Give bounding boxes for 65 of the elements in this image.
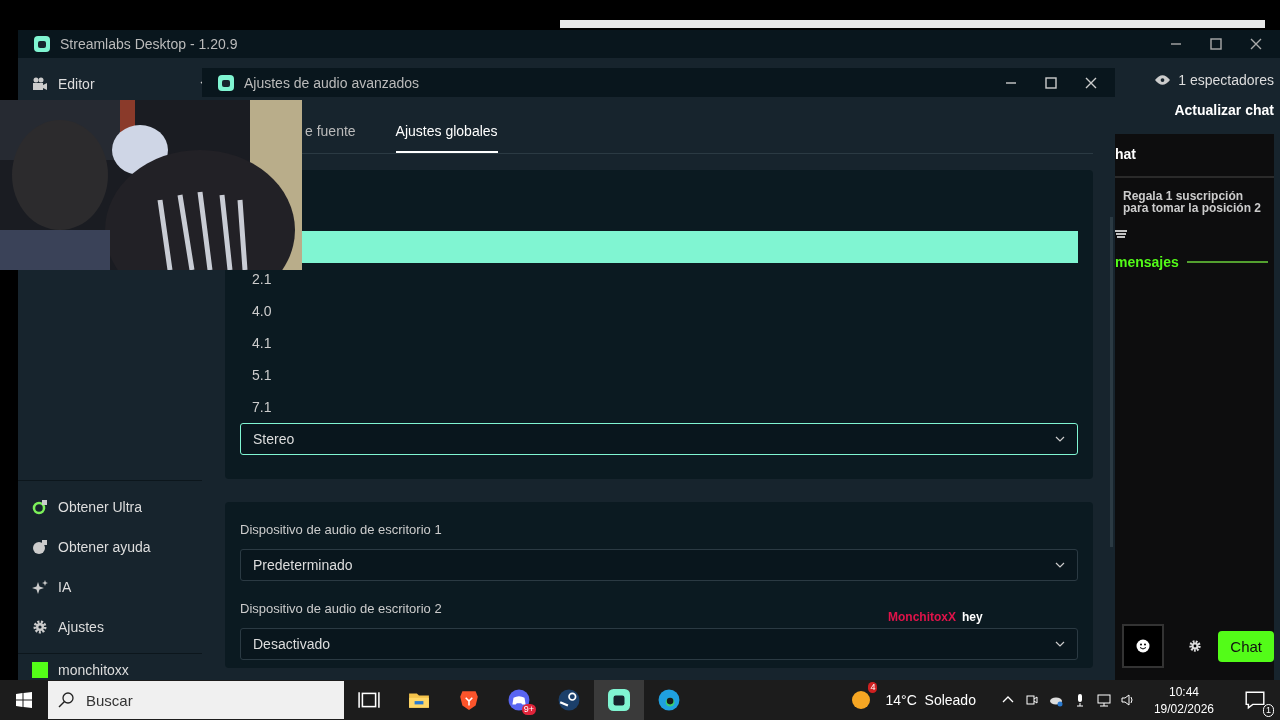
sidebar-item[interactable]: Obtener Ultra [32,487,222,527]
close-icon[interactable] [1250,38,1262,50]
field-label: Dispositivo de audio de escritorio 1 [240,522,442,537]
settings-icon[interactable] [1188,639,1203,653]
windows-start-icon[interactable] [16,692,32,708]
network-icon[interactable] [1096,693,1111,707]
sparkle-icon [32,579,48,595]
caret-icon [1055,436,1065,442]
messages-divider-label: mensajes [1115,254,1179,270]
chat-message: hey [962,610,983,624]
select-field[interactable]: Stereo [240,423,1078,455]
chat-username: MonchitoxX [888,610,956,624]
dropdown-option[interactable]: 4.1 [240,327,1078,359]
search-icon [58,692,74,708]
gift-promo: Regala 1 suscripción para tomar la posición 2 [1122,188,1263,217]
notification-badge: 9+ [521,704,536,715]
notification-badge: 4 [868,682,878,693]
user-logo-icon [32,662,48,678]
notifications-icon[interactable] [1244,689,1266,711]
dropdown-option[interactable]: 5.1 [240,359,1078,391]
tab[interactable]: e fuente [305,123,356,153]
sidebar-item[interactable]: IA [32,567,222,607]
browser-icon[interactable] [658,689,680,711]
help-icon [32,539,48,555]
search-field[interactable]: Buscar [48,681,344,719]
smiley-icon [1136,639,1151,653]
clock[interactable]: 10:44 19/02/2026 [1153,684,1214,716]
steam-icon[interactable] [558,689,580,711]
notification-badge: 1 [1263,704,1274,717]
emoji-button[interactable] [1122,624,1165,668]
sun-icon[interactable] [851,690,872,710]
app-logo-icon [608,689,630,711]
user-item[interactable]: monchitoxx [32,660,222,680]
weather-text[interactable]: 14°C Soleado [885,692,976,708]
dropdown-option[interactable]: 4.0 [240,295,1078,327]
camera-icon[interactable] [1024,693,1039,707]
caret-icon [1055,641,1065,647]
maximize-icon[interactable] [1210,38,1222,50]
window-title: Streamlabs Desktop - 1.20.9 [60,36,238,52]
sidebar-item[interactable]: Obtener ayuda [32,527,222,567]
dialog-title: Ajustes de audio avanzados [244,74,420,91]
task-view-icon[interactable] [358,689,380,711]
eye-icon [1155,75,1171,85]
chat-send-button[interactable]: Chat [1218,630,1274,662]
ultra-icon [32,499,48,515]
settings-icon [32,619,48,635]
dropdown-option[interactable]: 2.1 [240,263,1078,295]
tab[interactable]: Ajustes globales [395,123,498,153]
taskbar-app[interactable] [594,680,644,720]
field-label: Dispositivo de audio de escritorio 2 [240,601,442,616]
refresh-chat-link[interactable]: Actualizar chat [1174,102,1274,118]
speaker-icon[interactable] [1120,693,1135,707]
select-field[interactable]: Desactivado [240,628,1078,660]
app-logo-icon [218,74,234,91]
close-icon[interactable] [1085,76,1097,89]
lion-icon[interactable] [458,689,480,711]
caret-icon [1055,562,1065,568]
dropdown-option[interactable]: 7.1 [240,391,1078,423]
app-logo-icon [34,36,50,52]
camera-icon [32,76,48,92]
maximize-icon[interactable] [1045,76,1057,89]
list-icon [1115,230,1127,240]
sidebar-item[interactable]: Ajustes [32,607,222,647]
viewer-count: 1 espectadores [1178,72,1274,88]
select-field[interactable]: Predeterminado [240,549,1078,581]
